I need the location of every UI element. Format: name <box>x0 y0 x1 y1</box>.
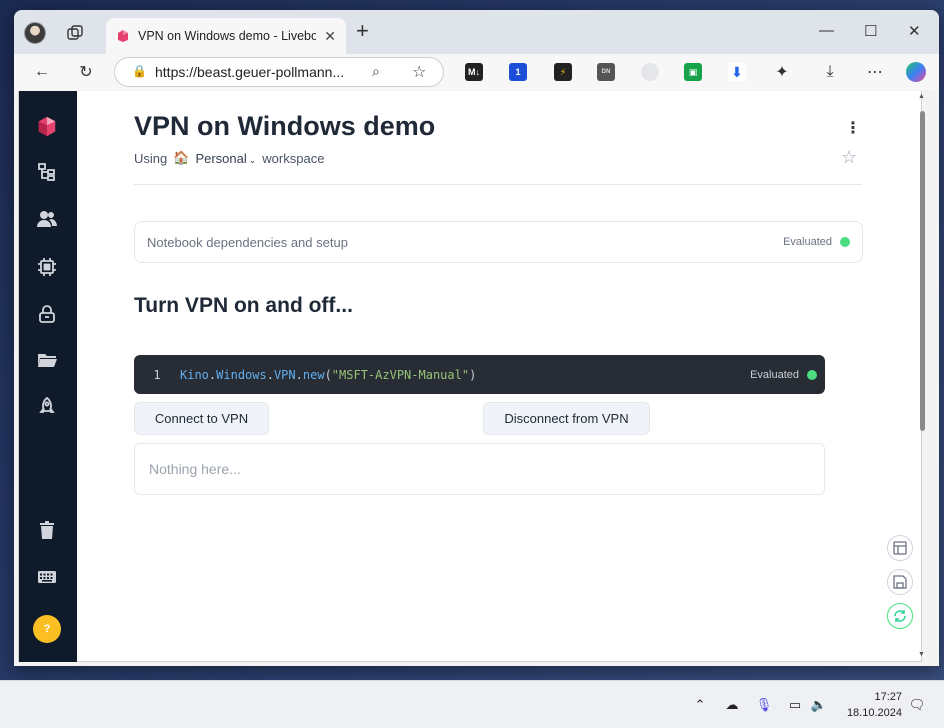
windows-taskbar: ⌃ ☁ 🎙 ▭ 🔈 17:27 18.10.2024 🗨 <box>0 680 944 728</box>
circle-extension-icon[interactable] <box>641 63 659 81</box>
scrollbar-thumb[interactable] <box>920 111 925 431</box>
back-icon[interactable]: ← <box>32 62 52 82</box>
lock-icon[interactable] <box>36 303 58 325</box>
code-token: . <box>295 367 303 382</box>
more-menu-icon[interactable]: ⋯ <box>865 62 885 82</box>
markdown-extension-icon[interactable]: M↓ <box>465 63 483 81</box>
code-token: new <box>302 367 325 382</box>
disconnect-vpn-button[interactable]: Disconnect from VPN <box>483 402 650 435</box>
star-icon[interactable]: ☆ <box>841 147 857 168</box>
code-token: ( <box>324 367 332 382</box>
code-line[interactable]: Kino.Windows.VPN.new("MSFT-AzVPN-Manual"… <box>180 368 750 382</box>
section-heading[interactable]: Turn VPN on and off... <box>134 294 353 318</box>
chevron-up-icon[interactable]: ⌃ <box>691 696 709 714</box>
copilot-icon[interactable] <box>906 62 926 82</box>
system-clock[interactable]: 17:27 18.10.2024 <box>836 689 902 721</box>
reconnect-runtime-icon[interactable] <box>887 603 913 629</box>
setup-status-label: Evaluated <box>783 236 832 248</box>
livebook-sidebar: ? <box>19 91 77 662</box>
code-token: VPN <box>273 367 296 382</box>
notification-icon[interactable]: 🗨 <box>908 696 926 714</box>
dn-extension-icon[interactable]: DN <box>597 63 615 81</box>
folder-icon[interactable] <box>36 349 58 371</box>
clock-date: 18.10.2024 <box>846 707 902 719</box>
tree-icon[interactable] <box>36 161 58 183</box>
tab-actions-icon[interactable] <box>66 24 84 42</box>
green-extension-icon[interactable]: ▣ <box>684 63 702 81</box>
scroll-up-icon[interactable]: ▲ <box>918 93 925 100</box>
favorite-icon[interactable]: ☆ <box>412 62 426 82</box>
tab-title: VPN on Windows demo - Livebook <box>138 29 317 43</box>
speaker-icon[interactable]: 🔈 <box>810 696 828 714</box>
users-icon[interactable] <box>36 208 58 230</box>
save-icon[interactable] <box>887 569 913 595</box>
download-extension-icon[interactable]: ⬇ <box>728 63 746 81</box>
code-status: Evaluated <box>750 369 825 381</box>
layout-icon[interactable] <box>887 535 913 561</box>
notebook-title[interactable]: VPN on Windows demo <box>134 111 435 142</box>
code-cell[interactable]: 1 Kino.Windows.VPN.new("MSFT-AzVPN-Manua… <box>134 355 825 394</box>
workspace-name: Personal <box>195 150 247 166</box>
header-divider <box>134 184 862 185</box>
lightning-extension-icon[interactable]: ⚡ <box>554 63 572 81</box>
clock-time: 17:27 <box>874 691 902 703</box>
rocket-icon[interactable] <box>36 396 58 418</box>
browser-toolbar: ← ↻ 🔒 https://beast.geuer-pollmann... ⌕ … <box>14 54 939 90</box>
code-token: Kino <box>180 367 209 382</box>
workspace-info: Using 🏠 Personal ⌄ workspace <box>134 150 324 166</box>
livebook-logo-icon[interactable] <box>36 115 58 137</box>
evaluated-dot-icon <box>840 237 850 247</box>
using-label: Using <box>134 150 168 166</box>
display-icon[interactable]: ▭ <box>786 696 804 714</box>
code-token: Windows <box>216 367 267 382</box>
lock-icon[interactable]: 🔒 <box>132 64 147 78</box>
cloud-icon[interactable]: ☁ <box>723 696 741 714</box>
scroll-down-icon[interactable]: ▼ <box>918 651 925 658</box>
line-number: 1 <box>153 367 161 382</box>
workspace-emoji: 🏠 <box>173 150 190 165</box>
maximize-icon[interactable]: ☐ <box>864 22 877 40</box>
notebook-menu-icon[interactable]: ⋮ <box>845 118 861 138</box>
page-scrollbar[interactable]: ▲ ▼ <box>918 91 926 662</box>
zoom-icon[interactable]: ⌕ <box>372 63 380 80</box>
workspace-selector[interactable]: Personal ⌄ <box>195 151 256 166</box>
profile-avatar[interactable] <box>24 22 46 44</box>
new-tab-button[interactable]: + <box>356 20 369 42</box>
minimize-icon[interactable]: — <box>819 22 834 39</box>
downloads-icon[interactable]: ⤓ <box>820 62 840 82</box>
chevron-down-icon: ⌄ <box>248 154 257 165</box>
keyboard-icon[interactable] <box>36 566 58 588</box>
browser-window: VPN on Windows demo - Livebook ✕ + — ☐ ✕… <box>14 10 939 666</box>
close-window-icon[interactable]: ✕ <box>908 22 921 40</box>
code-token: ) <box>469 367 477 382</box>
output-area: Nothing here... <box>134 443 825 495</box>
browser-tab[interactable]: VPN on Windows demo - Livebook ✕ <box>106 18 346 54</box>
trash-icon[interactable] <box>36 519 58 541</box>
bitwarden-extension-icon[interactable]: 1 <box>509 63 527 81</box>
microphone-icon[interactable]: 🎙 <box>755 696 773 714</box>
setup-status: Evaluated <box>783 236 850 248</box>
extensions-puzzle-icon[interactable]: ✦ <box>772 62 792 82</box>
workspace-suffix: workspace <box>262 150 325 166</box>
setup-section[interactable]: Notebook dependencies and setup Evaluate… <box>134 221 863 263</box>
address-bar[interactable]: 🔒 https://beast.geuer-pollmann... ⌕ ☆ <box>114 57 444 87</box>
setup-section-label: Notebook dependencies and setup <box>147 234 348 250</box>
tab-bar: VPN on Windows demo - Livebook ✕ + — ☐ ✕ <box>14 10 939 54</box>
refresh-icon[interactable]: ↻ <box>76 62 96 82</box>
help-button[interactable]: ? <box>33 615 61 643</box>
code-token: . <box>266 367 274 382</box>
chip-icon[interactable] <box>36 256 58 278</box>
web-page: ? VPN on Windows demo Using 🏠 Personal ⌄ … <box>18 91 925 662</box>
connect-vpn-button[interactable]: Connect to VPN <box>134 402 269 435</box>
notebook-content: VPN on Windows demo Using 🏠 Personal ⌄ wo… <box>77 91 923 662</box>
code-status-label: Evaluated <box>750 368 799 381</box>
url-text[interactable]: https://beast.geuer-pollmann... <box>155 64 350 80</box>
code-token: "MSFT-AzVPN-Manual" <box>331 367 470 382</box>
tab-close-icon[interactable]: ✕ <box>324 28 336 45</box>
livebook-favicon-icon <box>118 30 128 42</box>
evaluated-dot-icon <box>807 369 817 380</box>
